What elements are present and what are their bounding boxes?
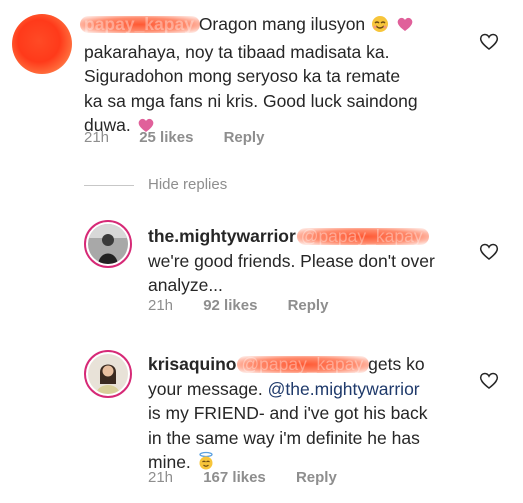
- divider: [84, 185, 134, 186]
- username[interactable]: krisaquino: [148, 354, 237, 374]
- reply-text: the.mightywarrior @papay_kapay we're goo…: [148, 224, 488, 298]
- mention-redacted[interactable]: @papay_kapay: [237, 352, 370, 377]
- timestamp: 21h: [84, 129, 110, 146]
- username-redacted[interactable]: papay_kapay: [80, 12, 200, 37]
- mention-redacted[interactable]: @papay_kapay: [296, 224, 429, 249]
- mention-link[interactable]: @the.mightywarrior: [268, 379, 420, 399]
- comment-meta: 21h 92 likes Reply: [148, 297, 354, 314]
- comment-line: ka sa mga fans ni kris. Good luck saindo…: [84, 90, 418, 111]
- comment-text: papay_kapay Oragon mang ilusyon pakaraha…: [80, 12, 484, 141]
- avatar[interactable]: [84, 350, 132, 398]
- comment-line: gets ko: [368, 354, 425, 374]
- comment-meta: 21h 167 likes Reply: [148, 469, 363, 486]
- heart-outline-icon[interactable]: [479, 32, 499, 52]
- avatar[interactable]: [84, 220, 132, 268]
- comment-line: pakarahaya, noy ta tibaad madisata ka.: [84, 41, 390, 62]
- comment-line: is my FRIEND- and i've got his back: [148, 403, 428, 423]
- heart-outline-icon[interactable]: [479, 242, 499, 262]
- comment-line: in the same way i'm definite he has: [148, 427, 420, 448]
- reply-button[interactable]: Reply: [288, 297, 329, 314]
- reply-text: krisaquino @papay_kapay gets ko your mes…: [148, 352, 488, 478]
- pink-heart-emoji-icon: [395, 15, 415, 40]
- avatar[interactable]: [12, 14, 72, 74]
- comment-line: Oragon mang ilusyon: [198, 14, 366, 34]
- likes-count[interactable]: 92 likes: [203, 297, 257, 314]
- hide-replies-button[interactable]: Hide replies: [148, 176, 227, 193]
- comment-line: analyze...: [148, 275, 223, 295]
- comment-line: your message.: [148, 378, 263, 399]
- reply-button[interactable]: Reply: [296, 469, 337, 486]
- username[interactable]: the.mightywarrior: [148, 226, 296, 246]
- smiling-face-emoji-icon: [370, 15, 390, 40]
- reply-button[interactable]: Reply: [224, 129, 265, 146]
- likes-count[interactable]: 25 likes: [139, 129, 193, 146]
- comment-line: Siguradohon mong seryoso ka ta remate: [84, 66, 401, 86]
- comment-meta: 21h 25 likes Reply: [84, 129, 290, 146]
- likes-count[interactable]: 167 likes: [203, 469, 266, 486]
- timestamp: 21h: [148, 469, 174, 486]
- comment-line: we're good friends. Please don't over: [148, 250, 435, 271]
- heart-outline-icon[interactable]: [479, 371, 499, 391]
- timestamp: 21h: [148, 297, 174, 314]
